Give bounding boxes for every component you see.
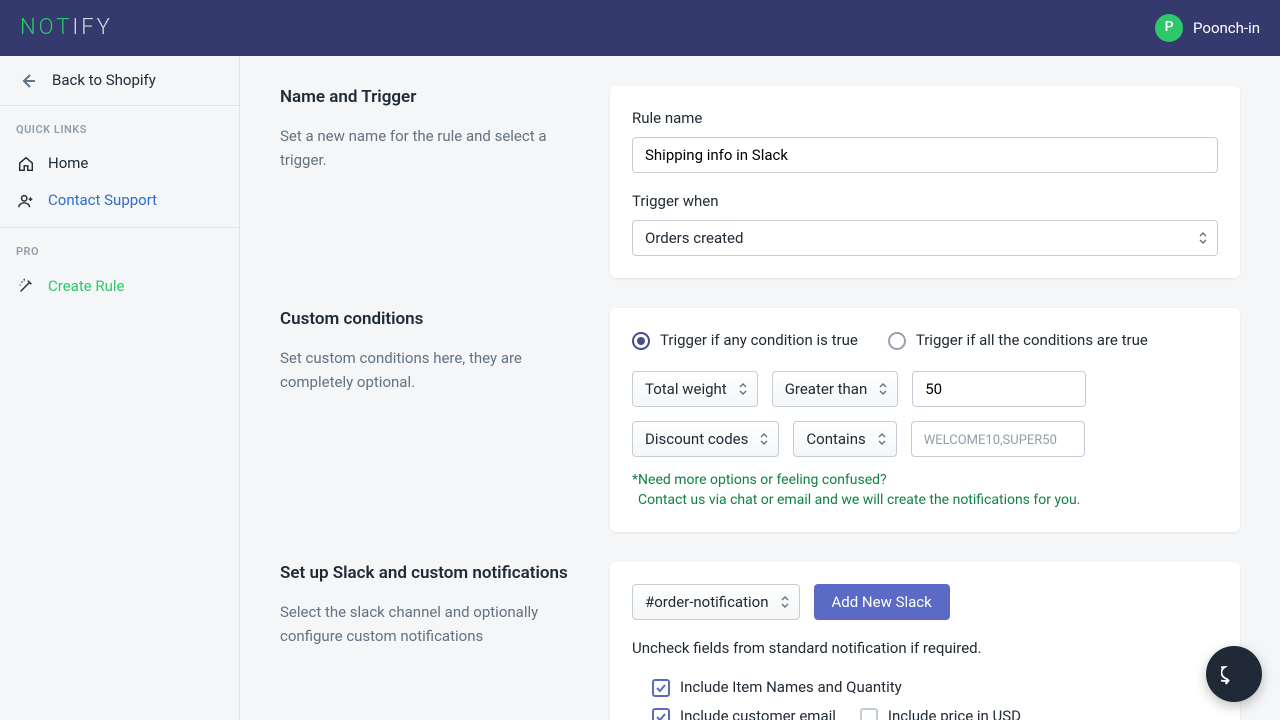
sidebar: Back to Shopify QUICK LINKS Home Contact… [0,56,240,720]
rule-name-input[interactable] [632,137,1218,173]
condition-value-input[interactable] [912,371,1086,407]
radio-icon [632,332,650,350]
sidebar-item-label: Contact Support [48,190,157,211]
sidebar-item-home[interactable]: Home [0,145,239,182]
app-logo: NOTIFY [20,13,113,44]
checkbox-label: Include Item Names and Quantity [680,677,902,698]
home-icon [16,154,36,174]
add-new-slack-button[interactable]: Add New Slack [814,584,950,620]
section-desc-name-trigger: Set a new name for the rule and select a… [280,124,580,172]
checkbox-customer-email[interactable] [652,708,670,720]
condition-operator-select[interactable]: Greater than [772,371,899,407]
content-area: Name and Trigger Set a new name for the … [240,56,1280,720]
sidebar-item-create-rule[interactable]: Create Rule [0,268,239,305]
card-slack: #order-notification Add New Slack Unchec… [610,562,1240,720]
condition-operator-select[interactable]: Contains [793,421,896,457]
sidebar-item-label: Create Rule [48,276,125,297]
user-menu[interactable]: P Poonch-in [1155,14,1260,42]
sidebar-item-contact-support[interactable]: Contact Support [0,182,239,219]
arrow-left-icon [18,71,38,91]
username-label: Poonch-in [1193,18,1260,39]
card-name-trigger: Rule name Trigger when Orders created [610,86,1240,278]
back-label: Back to Shopify [52,70,156,91]
radio-any-condition[interactable]: Trigger if any condition is true [632,330,858,351]
section-title-pro: PRO [0,228,239,267]
condition-field-select[interactable]: Total weight [632,371,758,407]
trigger-when-label: Trigger when [632,191,1218,212]
radio-label: Trigger if any condition is true [660,330,858,351]
checkbox-label: Include price in USD [888,706,1021,720]
checkbox-price-usd[interactable] [860,708,878,720]
uncheck-notice: Uncheck fields from standard notificatio… [632,638,1218,659]
trigger-when-select[interactable]: Orders created [632,220,1218,256]
section-desc-slack: Select the slack channel and optionally … [280,600,580,648]
checkbox-label: Include customer email [680,706,836,720]
radio-label: Trigger if all the conditions are true [916,330,1148,351]
radio-icon [888,332,906,350]
condition-field-select[interactable]: Discount codes [632,421,779,457]
chat-widget-button[interactable] [1206,646,1262,702]
magic-wand-icon [16,276,36,296]
section-title-quicklinks: QUICK LINKS [0,106,239,145]
condition-row: Discount codes Contains [632,421,1218,457]
section-title-name-trigger: Name and Trigger [280,86,580,110]
section-title-slack: Set up Slack and custom notifications [280,562,580,586]
slack-channel-select[interactable]: #order-notification [632,584,800,620]
user-plus-icon [16,191,36,211]
checkbox-items-qty[interactable] [652,679,670,697]
card-conditions: Trigger if any condition is true Trigger… [610,308,1240,532]
sidebar-item-label: Home [48,153,88,174]
back-to-shopify-link[interactable]: Back to Shopify [0,56,239,106]
condition-value-input[interactable] [911,421,1085,457]
rule-name-label: Rule name [632,108,1218,129]
help-text-line2: Contact us via chat or email and we will… [638,491,1218,511]
app-header: NOTIFY P Poonch-in [0,0,1280,56]
radio-all-conditions[interactable]: Trigger if all the conditions are true [888,330,1148,351]
help-text-line1: *Need more options or feeling confused? [632,471,1218,491]
chat-icon [1221,661,1247,687]
section-title-conditions: Custom conditions [280,308,580,332]
section-desc-conditions: Set custom conditions here, they are com… [280,346,580,394]
condition-row: Total weight Greater than [632,371,1218,407]
avatar: P [1155,14,1183,42]
